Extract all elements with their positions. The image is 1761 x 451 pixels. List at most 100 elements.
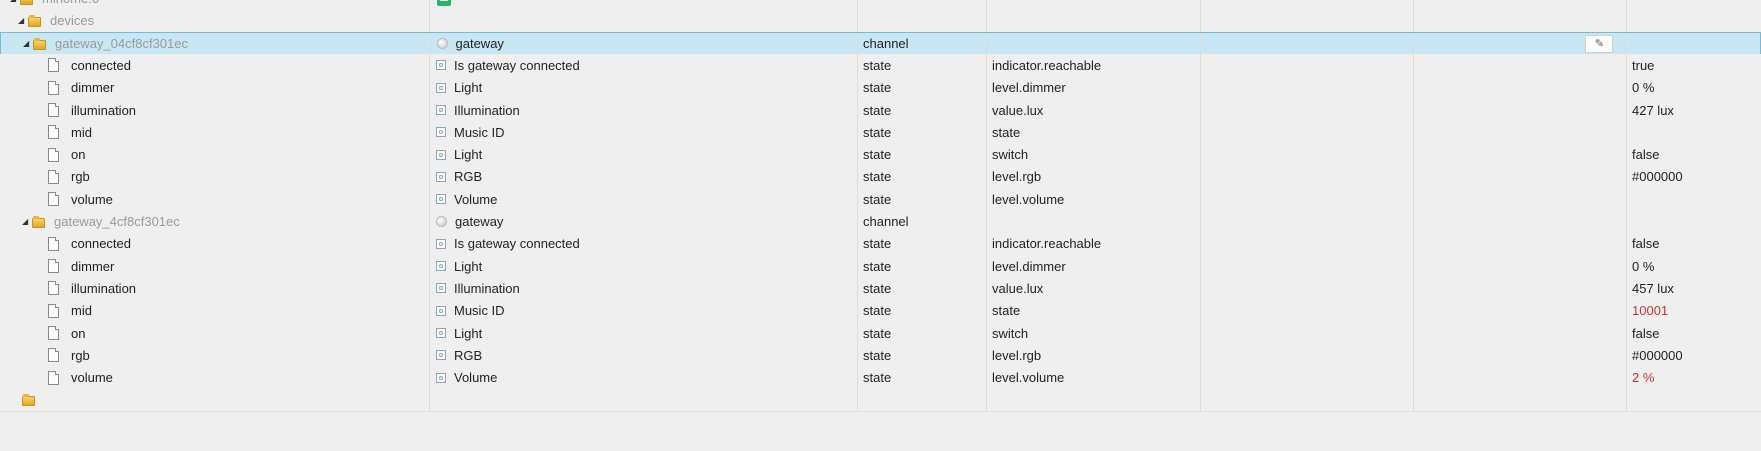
column-cell-6: false	[1627, 322, 1761, 345]
edit-button[interactable]: ✎	[1585, 34, 1614, 53]
tree-node-state[interactable]: rgb	[48, 344, 90, 367]
column-cell-0: ◢ devices	[0, 9, 430, 33]
tree-node-state[interactable]: rgb	[48, 165, 90, 188]
object-role: level.dimmer	[992, 258, 1066, 274]
object-name: Volume	[454, 191, 498, 207]
column-cell-1: gateway	[430, 210, 858, 233]
state-icon	[436, 60, 446, 71]
tree-row-state[interactable]: on Light state switch false	[0, 143, 1761, 168]
tree-row-state[interactable]: rgb RGB state level.rgb #000000	[0, 343, 1761, 368]
tree-row-state[interactable]: volume Volume state level.volume 2 %	[0, 366, 1761, 391]
object-name: RGB	[454, 169, 483, 185]
tree-node-state[interactable]: illumination	[48, 99, 136, 122]
state-value: true	[1632, 57, 1655, 73]
tree-node-state[interactable]: on	[48, 143, 85, 166]
column-cell-1: Music ID	[430, 299, 858, 323]
column-cell-2: state	[858, 366, 987, 390]
state-value: 2 %	[1632, 370, 1655, 386]
state-value: 427 lux	[1632, 102, 1674, 118]
folder-icon	[20, 0, 34, 5]
tree-row-state[interactable]: rgb RGB state level.rgb #000000	[0, 165, 1761, 190]
column-cell-5	[1414, 366, 1627, 390]
column-cell-3: indicator.reachable	[987, 232, 1201, 256]
tree-row-state[interactable]: mid Music ID state state	[0, 120, 1761, 145]
tree-node-state[interactable]: dimmer	[48, 255, 114, 278]
folder-icon	[33, 37, 47, 50]
column-cell-4	[1201, 98, 1414, 122]
column-cell-4	[1201, 254, 1414, 278]
column-cell-6: #000000	[1627, 165, 1761, 188]
tree-node-state[interactable]: volume	[48, 366, 113, 389]
tree-node-state[interactable]: illumination	[48, 277, 136, 300]
column-cell-2	[858, 9, 987, 33]
column-cell-5	[1414, 276, 1627, 300]
object-type: channel	[863, 214, 909, 229]
tree-node-state[interactable]: connected	[48, 232, 131, 255]
column-cell-1	[430, 9, 858, 33]
tree-row-state[interactable]: connected Is gateway connected state indica…	[0, 53, 1761, 78]
column-cell-5	[1414, 254, 1627, 278]
object-name: Music ID	[454, 303, 505, 319]
tree-row-state[interactable]: on Light state switch false	[0, 321, 1761, 346]
column-cell-0	[0, 388, 430, 412]
column-cell-4	[1201, 32, 1414, 55]
state-value: 0 %	[1632, 80, 1655, 96]
tree-row-state[interactable]: illumination Illumination state value.lux 45…	[0, 276, 1761, 301]
tree-row-next[interactable]	[0, 388, 1761, 413]
column-cell-0: connected	[0, 53, 430, 77]
file-icon	[48, 147, 59, 162]
file-icon	[48, 370, 59, 385]
object-role: level.rgb	[992, 347, 1042, 363]
tree-node-gateway[interactable]: ◢ gateway_04cf8cf301ec	[23, 33, 188, 55]
tree-row-state[interactable]: connected Is gateway connected state indica…	[0, 232, 1761, 257]
state-icon	[436, 238, 446, 249]
state-id: volume	[71, 191, 113, 207]
tree-node-gateway[interactable]: ◢ gateway_4cf8cf301ec	[22, 210, 180, 233]
column-cell-4	[1201, 321, 1414, 345]
column-cell-2: state	[858, 143, 987, 167]
column-cell-4	[1201, 165, 1414, 189]
tree-node-state[interactable]: mid	[48, 299, 92, 322]
tree-row-state[interactable]: volume Volume state level.volume	[0, 187, 1761, 212]
column-cell-2: state	[858, 76, 987, 100]
object-type: state	[863, 325, 892, 341]
state-id: illumination	[71, 280, 137, 296]
column-cell-5	[1414, 187, 1627, 211]
tree-row-state[interactable]: mid Music ID state state 10001	[0, 299, 1761, 324]
tree-node-state[interactable]: dimmer	[48, 76, 114, 99]
tree-node-state[interactable]: connected	[48, 54, 131, 77]
column-cell-5	[1414, 165, 1627, 189]
column-cell-4	[1201, 187, 1414, 211]
object-role: value.lux	[992, 280, 1044, 296]
column-cell-6: 0 %	[1627, 255, 1761, 278]
tree-row-state[interactable]: dimmer Light state level.dimmer 0 %	[0, 254, 1761, 279]
state-id: connected	[71, 57, 131, 73]
tree-node-state[interactable]: mid	[48, 121, 92, 144]
column-cell-2: state	[858, 343, 987, 367]
tree-row-state[interactable]: dimmer Light state level.dimmer 0 %	[0, 76, 1761, 101]
tree-node-state[interactable]: on	[48, 322, 85, 345]
tree-row-gateway[interactable]: ◢ gateway_04cf8cf301ec gateway channel ✎	[0, 31, 1761, 56]
column-cell-6: 0 %	[1627, 76, 1761, 99]
tree-node-state[interactable]: volume	[48, 188, 113, 211]
file-icon	[48, 236, 59, 251]
tree-row-devices[interactable]: ◢ devices	[0, 9, 1761, 34]
column-cell-1: RGB	[430, 165, 858, 189]
column-cell-3: state	[987, 120, 1201, 144]
column-cell-2: state	[858, 53, 987, 77]
file-icon	[48, 259, 59, 274]
column-cell-5	[1414, 53, 1627, 77]
column-cell-1: Light	[430, 321, 858, 345]
column-cell-3: level.rgb	[987, 165, 1201, 189]
column-cell-6	[1627, 121, 1761, 144]
tree-row-gateway[interactable]: ◢ gateway_4cf8cf301ec gateway channel	[0, 210, 1761, 234]
state-icon	[436, 82, 446, 93]
tree-row-state[interactable]: illumination Illumination state value.lux 42…	[0, 98, 1761, 123]
tree-node-devices[interactable]: ◢ devices	[18, 9, 94, 32]
column-cell-6: 457 lux	[1627, 277, 1761, 300]
column-cell-3: value.lux	[987, 98, 1201, 122]
state-value: false	[1632, 236, 1660, 252]
column-cell-3	[987, 210, 1201, 233]
column-cell-6: #000000	[1627, 344, 1761, 367]
tree-node-next[interactable]	[22, 388, 44, 411]
